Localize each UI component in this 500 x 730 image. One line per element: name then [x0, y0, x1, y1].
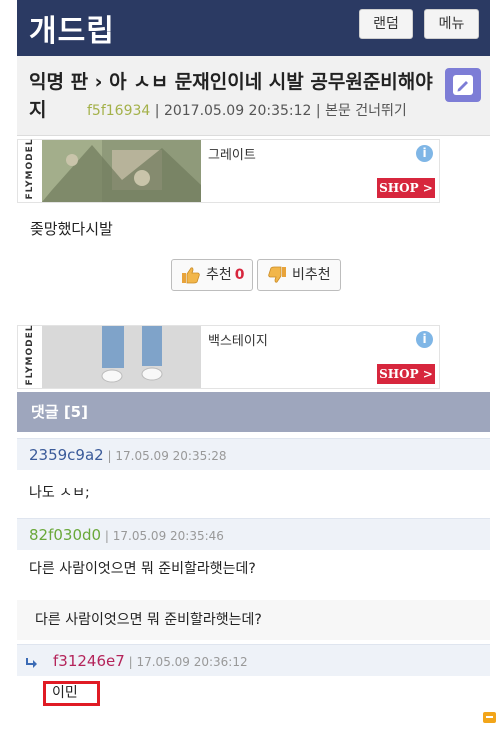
reply-text-highlight: 이민 — [43, 681, 100, 706]
reply-author-id[interactable]: f31246e7 — [53, 652, 125, 670]
post-datetime: 2017.05.09 20:35:12 — [163, 103, 312, 119]
reply-arrow-icon — [26, 658, 37, 668]
info-icon[interactable]: i — [416, 145, 433, 162]
reply-meta: f31246e7 | 17.05.09 20:36:12 — [17, 644, 490, 676]
top-bar: 개드립 랜덤 메뉴 — [17, 0, 490, 56]
post-body: 좆망했다시발 — [30, 220, 113, 238]
shop-button[interactable]: SHOP > — [377, 364, 435, 384]
ad-banner[interactable]: FLYMODEL 백스테이지 i SHOP > — [17, 325, 440, 389]
random-button[interactable]: 랜덤 — [359, 9, 413, 39]
comment-time: | 17.05.09 20:35:46 — [104, 529, 224, 543]
meta-separator: | — [154, 103, 160, 119]
comment-meta: 82f030d0 | 17.05.09 20:35:46 — [17, 518, 490, 550]
comment-text: 나도 ㅅㅂ; — [29, 485, 90, 501]
comment-author-id[interactable]: 82f030d0 — [29, 526, 101, 544]
comment-meta: 2359c9a2 | 17.05.09 20:35:28 — [17, 438, 490, 470]
post-header: 익명 판 › 아 ㅅㅂ 문재인이네 시발 공무원준비해야지 f5f16934 |… — [17, 56, 490, 136]
downvote-label: 비추천 — [292, 267, 331, 283]
reply-quote: 다른 사람이엇으면 뭐 준비할라햇는데? — [17, 600, 490, 640]
info-icon[interactable]: i — [416, 331, 433, 348]
post-meta: f5f16934 | 2017.05.09 20:35:12 | 본문 건너뛰기 — [87, 100, 407, 120]
upvote-count: 0 — [234, 267, 245, 283]
ad-image[interactable] — [42, 326, 201, 388]
ad-brand: FLYMODEL — [25, 138, 35, 200]
post-author-id[interactable]: f5f16934 — [87, 103, 150, 119]
ad-brand: FLYMODEL — [25, 324, 35, 386]
ad-image[interactable] — [42, 140, 201, 202]
skip-content-link[interactable]: 본문 건너뛰기 — [325, 103, 407, 119]
downvote-button[interactable]: 비추천 — [257, 259, 341, 291]
upvote-label: 추천 — [206, 267, 232, 283]
ad-product-name[interactable]: 백스테이지 — [208, 330, 268, 349]
thumbs-down-icon — [268, 266, 286, 283]
shop-button[interactable]: SHOP > — [377, 178, 435, 198]
comment-text: 다른 사람이엇으면 뭐 준비할라햇는데? — [29, 561, 256, 577]
ad-product-name[interactable]: 그레이트 — [208, 144, 256, 163]
reply-time: | 17.05.09 20:36:12 — [128, 655, 248, 669]
ad-banner[interactable]: FLYMODEL 그레이트 i SHOP > — [17, 139, 440, 203]
menu-button[interactable]: 메뉴 — [424, 9, 479, 39]
comments-header: 댓글 [5] — [17, 392, 490, 432]
upvote-button[interactable]: 추천 0 — [171, 259, 253, 291]
pencil-icon — [453, 75, 473, 95]
thumbs-up-icon — [182, 267, 200, 284]
collapse-icon[interactable] — [483, 712, 496, 723]
comment-time: | 17.05.09 20:35:28 — [107, 449, 227, 463]
site-logo[interactable]: 개드립 — [29, 6, 115, 50]
comment-author-id[interactable]: 2359c9a2 — [29, 446, 104, 464]
meta-separator: | — [315, 103, 321, 119]
edit-button[interactable] — [445, 68, 481, 102]
